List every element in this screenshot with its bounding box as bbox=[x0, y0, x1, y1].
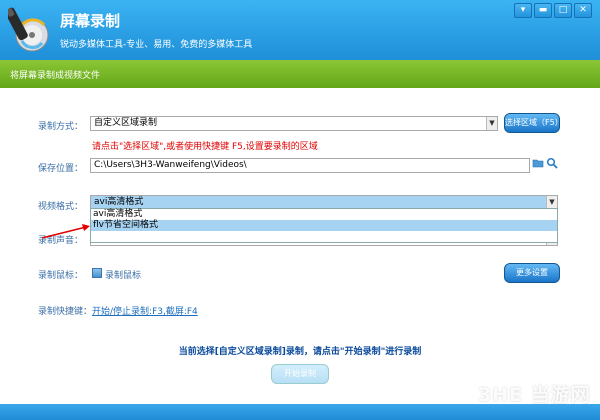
menu-dropdown-icon[interactable]: ▾ bbox=[514, 3, 532, 18]
video-format-value: avi高清格式 bbox=[94, 197, 144, 207]
window-controls: ▾ ▬ □ ✕ bbox=[514, 3, 592, 18]
record-mode-select[interactable]: 自定义区域录制 ▼ bbox=[90, 116, 498, 131]
record-mouse-checkbox-label[interactable]: 录制鼠标 bbox=[105, 268, 141, 281]
app-title: 屏幕录制 bbox=[60, 12, 121, 30]
folder-icon[interactable] bbox=[532, 157, 544, 169]
save-location-value: C:\Users\3H3-Wanweifeng\Videos\ bbox=[94, 160, 247, 170]
close-icon[interactable]: ✕ bbox=[574, 3, 592, 18]
record-mode-label: 录制方式： bbox=[38, 122, 84, 132]
video-format-dropdown-list: avi高清格式 flv节省空间格式 bbox=[90, 208, 558, 243]
section-header-text: 将屏幕录制成视频文件 bbox=[10, 71, 101, 81]
app-logo-icon bbox=[8, 7, 49, 52]
minimize-icon[interactable]: ▬ bbox=[534, 3, 552, 18]
search-icon[interactable] bbox=[546, 157, 558, 169]
save-location-field[interactable]: C:\Users\3H3-Wanweifeng\Videos\ bbox=[90, 158, 530, 173]
video-format-option[interactable]: flv节省空间格式 bbox=[91, 220, 557, 231]
section-header-bar: 将屏幕录制成视频文件 bbox=[0, 60, 600, 88]
app-subtitle: 锐动多媒体工具-专业、易用、免费的多媒体工具 bbox=[60, 40, 253, 50]
record-mouse-checkbox[interactable] bbox=[92, 268, 102, 278]
maximize-icon[interactable]: □ bbox=[554, 3, 572, 18]
shortcut-row: 录制快捷键：开始/停止录制:F3,截屏:F4 bbox=[38, 304, 198, 317]
title-bar: 屏幕录制 锐动多媒体工具-专业、易用、免费的多媒体工具 ▾ ▬ □ ✕ bbox=[0, 0, 600, 60]
start-record-button[interactable]: 开始录制 bbox=[271, 364, 329, 384]
save-location-actions bbox=[532, 157, 558, 169]
status-message: 当前选择[自定义区域录制]录制，请点击"开始录制"进行录制 bbox=[178, 347, 422, 357]
watermark-logo: 3HE 当游网 bbox=[478, 384, 591, 406]
select-area-button[interactable]: 选择区域（F5） bbox=[504, 113, 563, 133]
chevron-down-icon[interactable]: ▼ bbox=[486, 117, 497, 130]
video-format-option[interactable]: avi高清格式 bbox=[91, 209, 557, 220]
red-arrow-icon bbox=[41, 224, 90, 239]
video-format-label: 视频格式： bbox=[38, 202, 84, 212]
shortcut-label: 录制快捷键： bbox=[38, 307, 93, 317]
mouse-label: 录制鼠标： bbox=[38, 271, 84, 281]
shortcut-link[interactable]: 开始/停止录制:F3,截屏:F4 bbox=[92, 307, 198, 317]
more-settings-button[interactable]: 更多设置 bbox=[504, 263, 560, 283]
record-mode-hint: 请点击"选择区域",或者使用快捷键 F5,设置要录制的区域 bbox=[92, 142, 318, 152]
record-mode-value: 自定义区域录制 bbox=[94, 118, 158, 128]
save-location-label: 保存位置： bbox=[38, 164, 84, 174]
